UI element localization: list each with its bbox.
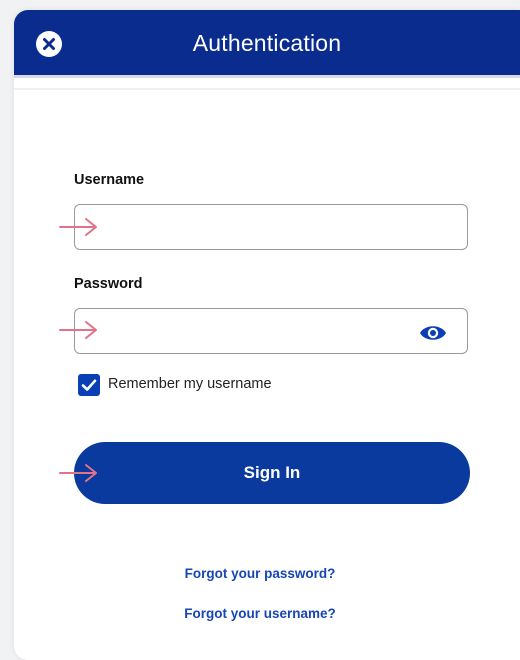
- remember-label: Remember my username: [108, 376, 272, 392]
- arrow-right-icon: [59, 321, 97, 339]
- eye-icon: [420, 326, 446, 340]
- arrow-right-icon: [59, 464, 97, 482]
- remember-checkbox[interactable]: [78, 374, 100, 396]
- username-input[interactable]: [74, 204, 468, 250]
- auth-dialog: Authentication Username Password Remembe…: [14, 10, 520, 660]
- forgot-username-link[interactable]: Forgot your username?: [14, 606, 520, 621]
- username-label: Username: [74, 172, 145, 188]
- dialog-title: Authentication: [192, 30, 342, 56]
- dialog-header: Authentication: [14, 10, 520, 78]
- forgot-password-link[interactable]: Forgot your password?: [14, 566, 520, 581]
- password-input[interactable]: [74, 308, 468, 354]
- sign-in-button[interactable]: Sign In: [74, 442, 470, 504]
- header-divider: [14, 88, 520, 90]
- arrow-right-icon: [59, 218, 97, 236]
- checkmark-icon: [81, 379, 97, 391]
- show-password-button[interactable]: [418, 321, 448, 345]
- password-label: Password: [74, 276, 143, 292]
